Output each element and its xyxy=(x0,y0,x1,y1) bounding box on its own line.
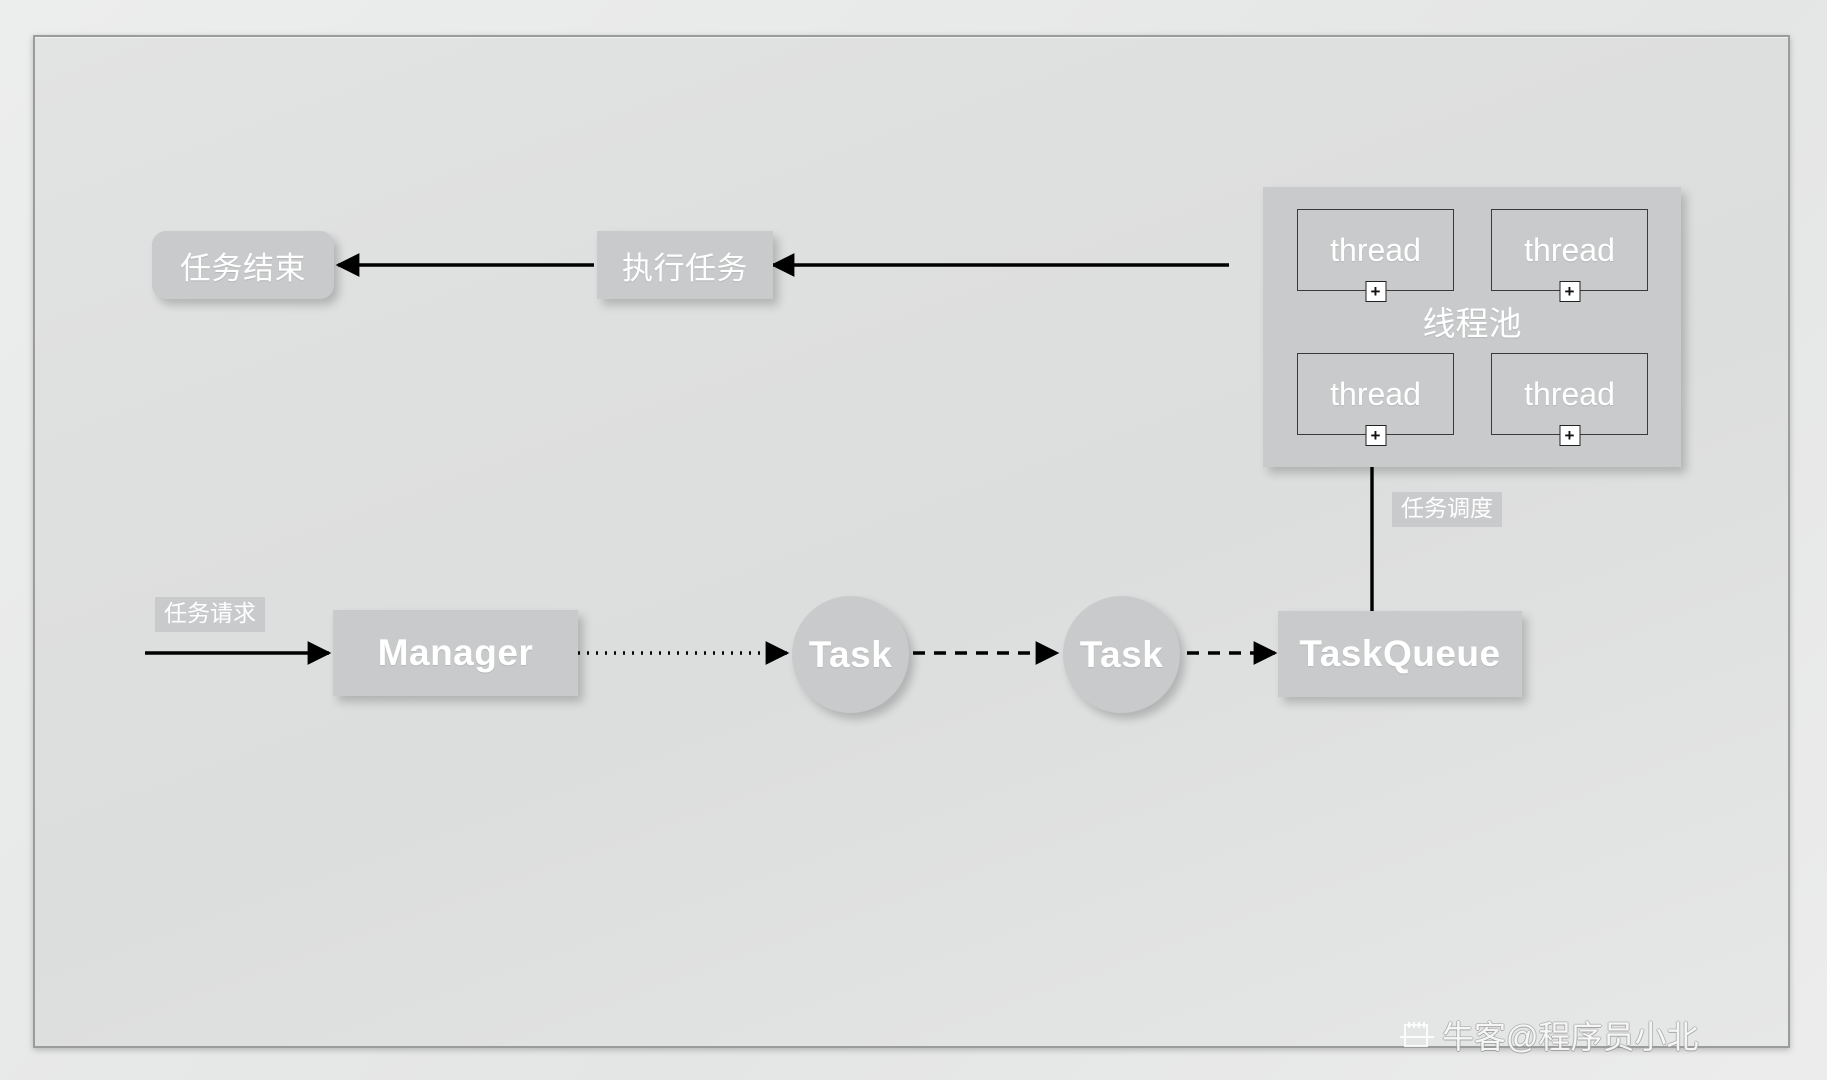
thread-box-1[interactable]: thread + xyxy=(1297,209,1454,302)
thread-box-4[interactable]: thread + xyxy=(1491,353,1648,446)
thread-box-3[interactable]: thread + xyxy=(1297,353,1454,446)
thread-box-1-label: thread xyxy=(1330,231,1421,268)
node-task-queue-label: TaskQueue xyxy=(1299,633,1501,674)
node-task-2[interactable]: Task xyxy=(1063,596,1180,713)
expand-plus-icon[interactable]: + xyxy=(1559,425,1580,446)
thread-box-3-label: thread xyxy=(1330,375,1421,412)
node-manager[interactable]: Manager xyxy=(333,610,578,696)
node-execute-task-label: 执行任务 xyxy=(622,250,748,286)
node-task-1-label: Task xyxy=(808,633,893,675)
node-thread-pool[interactable]: thread + thread + 线程池 thread + thread + xyxy=(1263,187,1681,467)
node-task-2-label: Task xyxy=(1079,633,1164,675)
diagram-canvas: 任务结束 执行任务 thread + thread + 线程池 thread +… xyxy=(33,35,1790,1048)
thread-box-4-label: thread xyxy=(1524,375,1615,412)
thread-box-2-label: thread xyxy=(1524,231,1615,268)
node-manager-label: Manager xyxy=(377,632,534,673)
node-task-end[interactable]: 任务结束 xyxy=(152,231,334,299)
node-task-queue[interactable]: TaskQueue xyxy=(1278,611,1522,697)
node-thread-pool-label: 线程池 xyxy=(1422,305,1522,342)
edge-label-task-dispatch: 任务调度 xyxy=(1392,492,1502,527)
node-task-1[interactable]: Task xyxy=(792,596,909,713)
expand-plus-icon[interactable]: + xyxy=(1365,425,1386,446)
node-task-end-label: 任务结束 xyxy=(180,250,306,286)
thread-box-2[interactable]: thread + xyxy=(1491,209,1648,302)
edge-label-task-request: 任务请求 xyxy=(155,597,265,632)
node-execute-task[interactable]: 执行任务 xyxy=(597,231,773,299)
